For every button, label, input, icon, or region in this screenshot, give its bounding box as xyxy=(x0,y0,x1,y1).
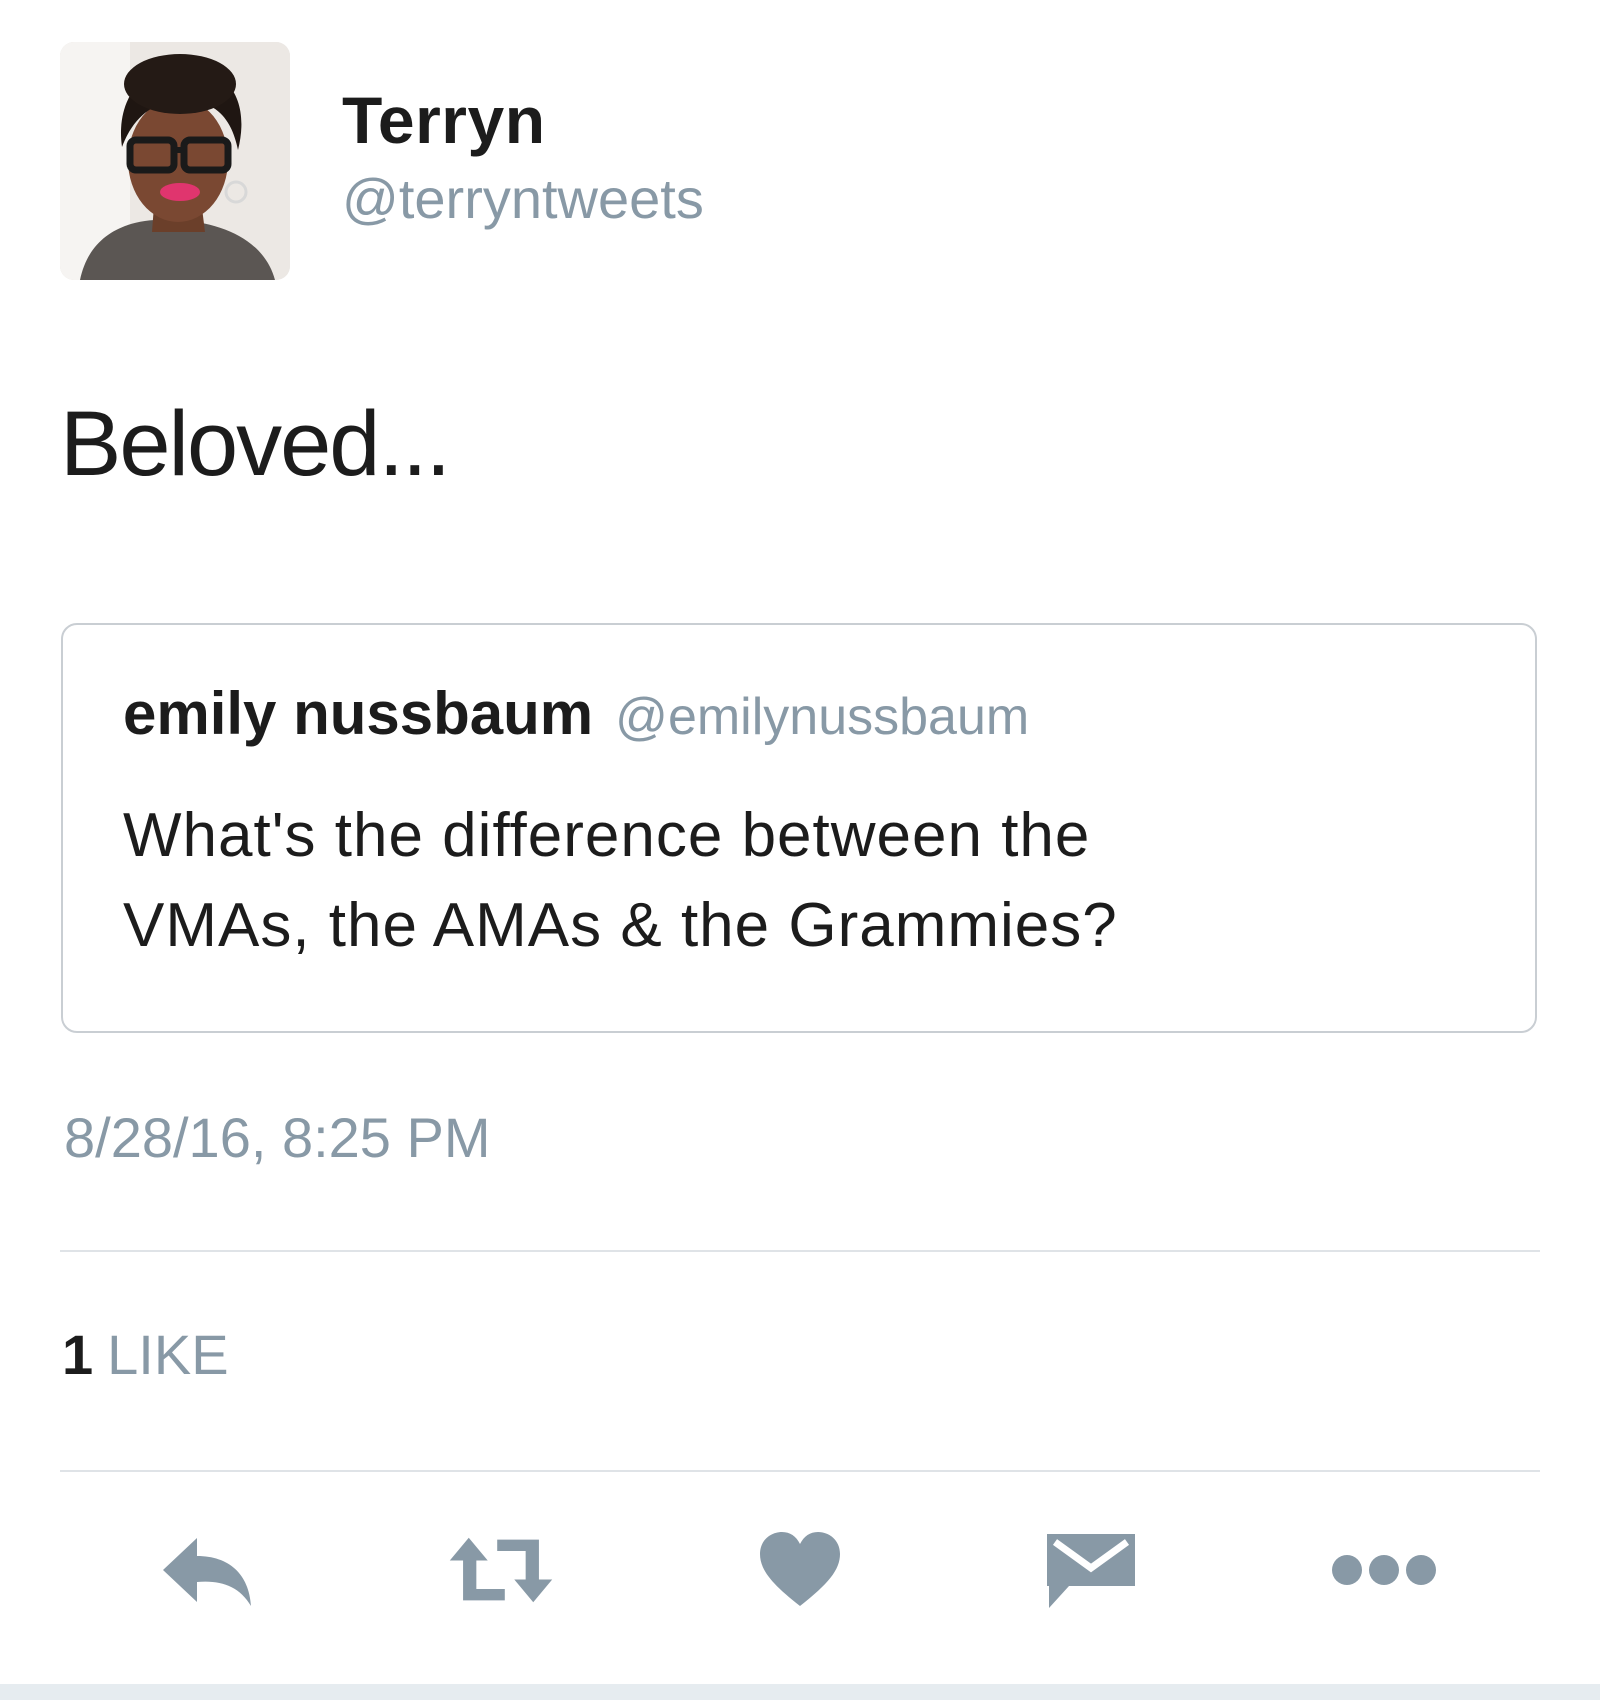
tweet-author-header: Terryn @terryntweets xyxy=(60,42,1540,282)
tweet-text: Beloved... xyxy=(60,393,451,495)
divider xyxy=(60,1470,1540,1472)
likes-summary[interactable]: 1 LIKE xyxy=(62,1322,229,1387)
likes-label: LIKE xyxy=(107,1323,229,1386)
divider xyxy=(60,1250,1540,1252)
reply-button[interactable] xyxy=(152,1520,262,1620)
avatar-photo xyxy=(60,42,290,280)
likes-count: 1 xyxy=(62,1323,94,1386)
tweet-timestamp: 8/28/16, 8:25 PM xyxy=(64,1106,491,1169)
heart-icon xyxy=(760,1532,840,1606)
like-button[interactable] xyxy=(745,1520,855,1620)
tweet-action-bar xyxy=(0,1520,1600,1620)
quoted-author-name: emily nussbaum xyxy=(123,680,594,747)
author-display-name[interactable]: Terryn xyxy=(342,82,546,158)
quoted-tweet-header: emily nussbaum @emilynussbaum xyxy=(123,679,1029,748)
bottom-divider-bar xyxy=(0,1684,1600,1700)
quoted-author-handle: @emilynussbaum xyxy=(615,688,1030,746)
quoted-tweet-text-line: VMAs, the AMAs & the Grammies? xyxy=(123,891,1118,960)
tweet-detail-view: Terryn @terryntweets Beloved... emily nu… xyxy=(0,0,1600,1700)
retweet-icon xyxy=(449,1537,553,1603)
quoted-tweet-card[interactable]: emily nussbaum @emilynussbaum What's the … xyxy=(61,623,1537,1033)
avatar[interactable] xyxy=(60,42,290,280)
more-options-icon xyxy=(1332,1555,1436,1585)
reply-icon xyxy=(163,1538,251,1606)
more-options-button[interactable] xyxy=(1329,1520,1439,1620)
direct-message-icon xyxy=(1047,1534,1135,1608)
quoted-tweet-text-line: What's the difference between the xyxy=(123,801,1091,870)
direct-message-button[interactable] xyxy=(1036,1520,1146,1620)
retweet-button[interactable] xyxy=(446,1520,556,1620)
quoted-tweet-text: What's the difference between the VMAs, … xyxy=(123,791,1443,971)
author-handle[interactable]: @terryntweets xyxy=(342,166,704,231)
